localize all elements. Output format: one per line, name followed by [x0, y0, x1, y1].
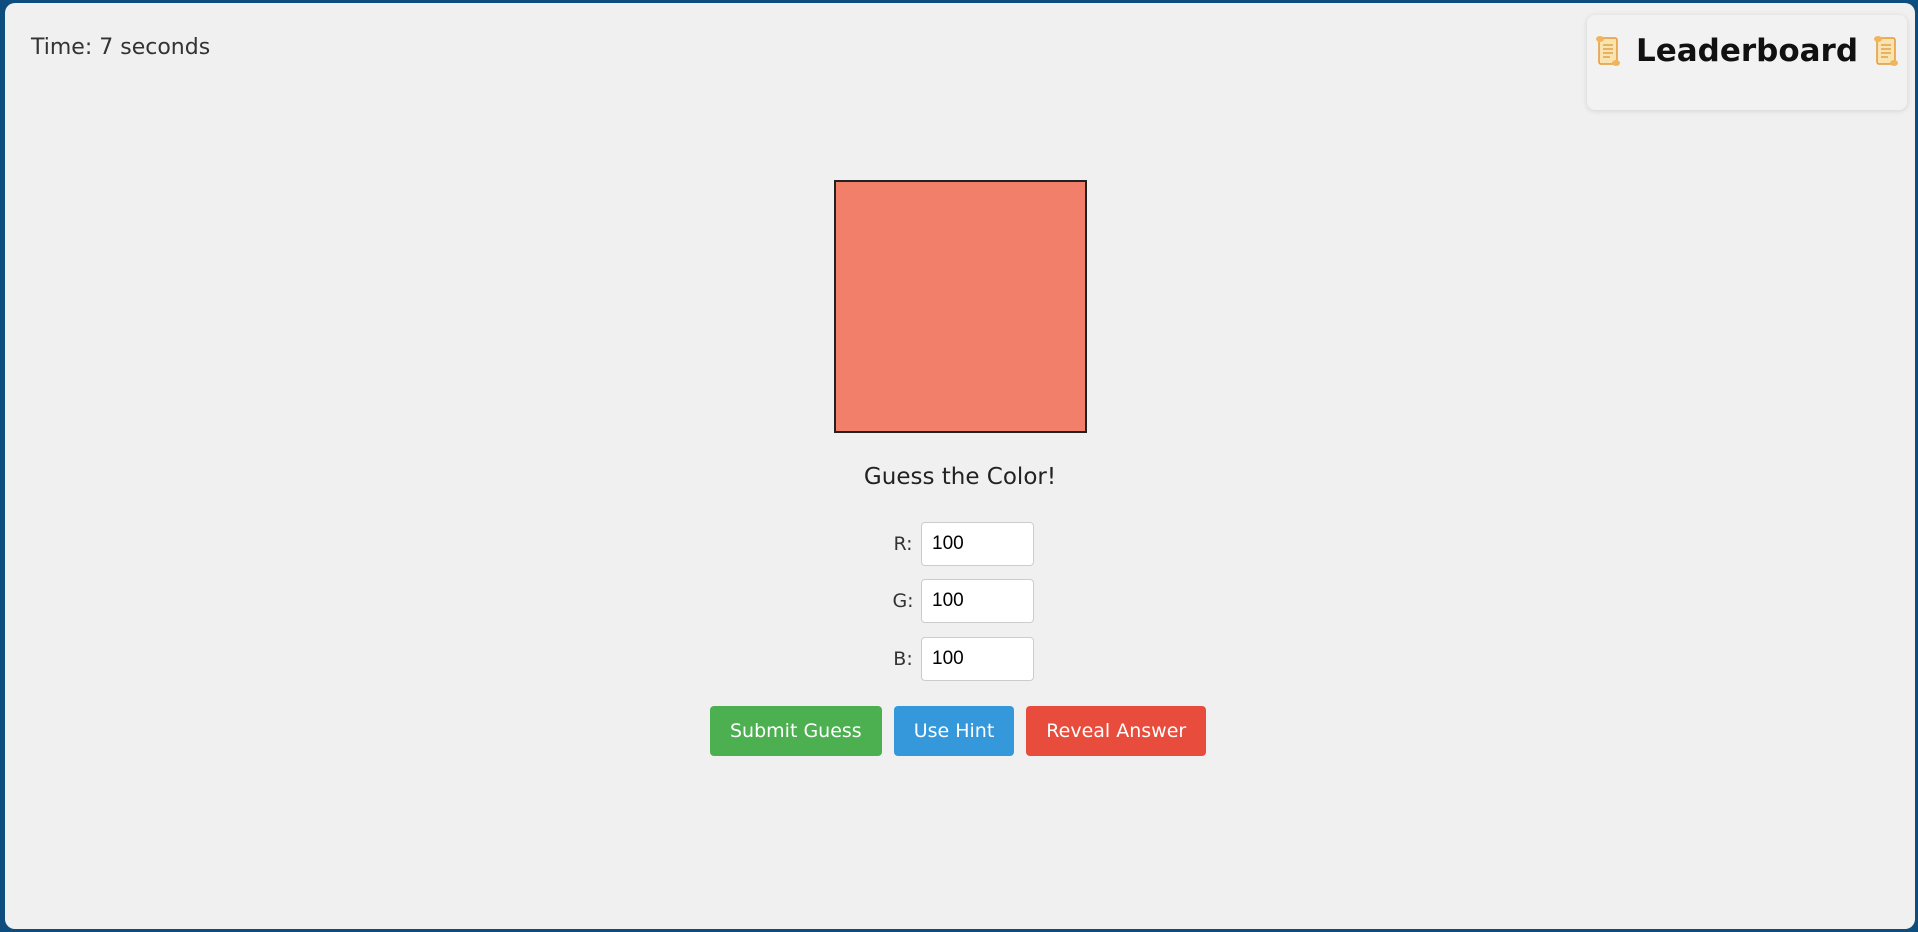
scroll-icon [1872, 35, 1900, 67]
red-label: R: [893, 533, 913, 555]
blue-input[interactable] [921, 637, 1034, 681]
green-label: G: [892, 590, 914, 612]
red-input[interactable] [921, 522, 1034, 566]
timer-display: Time: 7 seconds [31, 35, 211, 60]
reveal-answer-button[interactable]: Reveal Answer [1026, 706, 1207, 756]
target-color-swatch [834, 180, 1087, 433]
use-hint-button[interactable]: Use Hint [893, 706, 1015, 756]
leaderboard-panel: Leaderboard [1587, 15, 1907, 110]
leaderboard-header: Leaderboard [1587, 33, 1907, 69]
submit-guess-button[interactable]: Submit Guess [710, 706, 882, 756]
action-buttons: Submit Guess Use Hint Reveal Answer [710, 706, 1207, 756]
leaderboard-title: Leaderboard [1635, 33, 1859, 69]
game-prompt: Guess the Color! [863, 464, 1057, 490]
blue-label: B: [893, 648, 913, 670]
green-input-row: G: [885, 578, 1034, 624]
blue-input-row: B: [885, 636, 1034, 682]
game-container: Time: 7 seconds Leaderboard Guess the Co… [5, 3, 1915, 929]
green-input[interactable] [921, 579, 1034, 623]
scroll-icon [1594, 35, 1622, 67]
red-input-row: R: [885, 521, 1034, 567]
